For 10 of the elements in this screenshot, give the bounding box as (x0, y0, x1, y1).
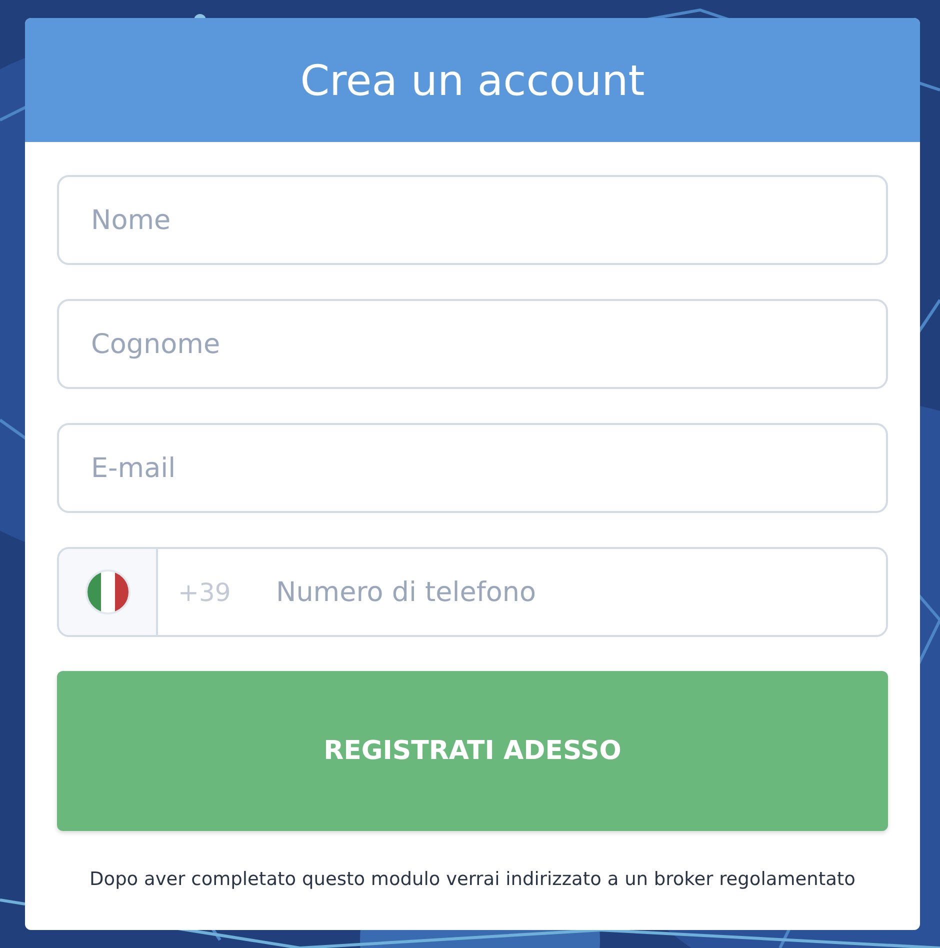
phone-field[interactable]: +39 Numero di telefono (57, 547, 888, 637)
form-title: Crea un account (25, 18, 920, 142)
text-field[interactable]: Nome (57, 175, 888, 265)
flag-icon (84, 569, 130, 615)
redirect-note: Dopo aver completato questo modulo verrai indirizzato a un broker regolamentato (88, 869, 856, 890)
register-button[interactable]: REGISTRATI ADESSO (57, 671, 888, 831)
text-field[interactable]: E-mail (57, 423, 888, 513)
country-selector[interactable] (59, 549, 158, 635)
dial-code: +39 (178, 578, 232, 606)
text-field[interactable]: Cognome (57, 299, 888, 389)
